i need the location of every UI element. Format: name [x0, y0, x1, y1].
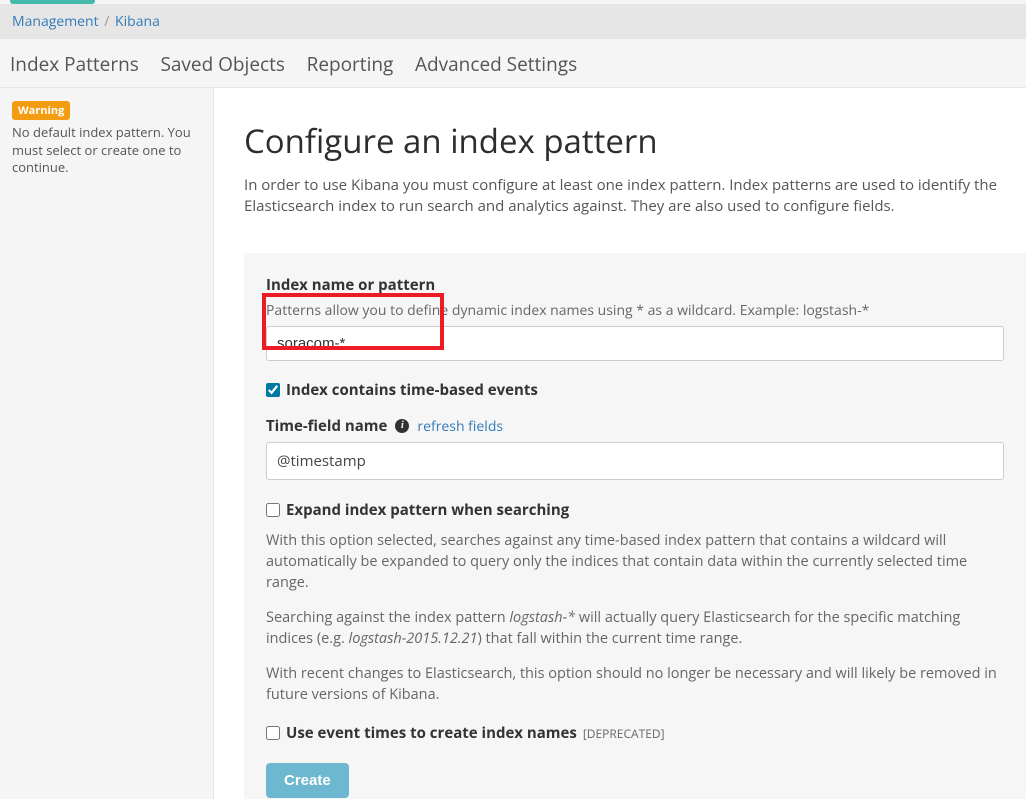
create-button[interactable]: Create	[266, 763, 349, 798]
tab-bar: Index Patterns Saved Objects Reporting A…	[0, 39, 1026, 88]
refresh-fields-link[interactable]: refresh fields	[417, 417, 503, 436]
time-field-label: Time-field name	[266, 416, 387, 436]
warning-text: No default index pattern. You must selec…	[12, 124, 201, 177]
time-field-select[interactable]: @timestamp	[266, 442, 1004, 480]
expand-desc-2: Searching against the index pattern logs…	[266, 607, 1004, 649]
tab-advanced-settings[interactable]: Advanced Settings	[415, 39, 587, 87]
index-name-input[interactable]	[266, 326, 1004, 361]
warning-badge: Warning	[12, 101, 70, 120]
breadcrumb: Management / Kibana	[0, 4, 1026, 39]
tab-saved-objects[interactable]: Saved Objects	[160, 39, 295, 87]
breadcrumb-sep: /	[104, 12, 109, 31]
page-intro: In order to use Kibana you must configur…	[244, 175, 1026, 217]
page-title: Configure an index pattern	[244, 118, 1026, 163]
expand-desc-3: With recent changes to Elasticsearch, th…	[266, 663, 1004, 705]
tab-index-patterns[interactable]: Index Patterns	[10, 39, 149, 87]
time-based-checkbox[interactable]	[266, 383, 280, 397]
content: Configure an index pattern In order to u…	[214, 88, 1026, 799]
info-icon[interactable]: i	[395, 419, 409, 433]
event-times-label: Use event times to create index names	[286, 723, 577, 743]
tab-reporting[interactable]: Reporting	[307, 39, 404, 87]
index-name-help: Patterns allow you to define dynamic ind…	[266, 301, 1004, 320]
breadcrumb-current[interactable]: Kibana	[115, 12, 160, 31]
event-times-checkbox[interactable]	[266, 726, 280, 740]
expand-label: Expand index pattern when searching	[286, 500, 569, 520]
sidebar: Warning No default index pattern. You mu…	[0, 88, 214, 799]
top-accent	[0, 0, 1026, 4]
expand-checkbox[interactable]	[266, 503, 280, 517]
deprecated-tag: [DEPRECATED]	[583, 725, 665, 742]
index-name-label: Index name or pattern	[266, 275, 1004, 295]
form-panel: Index name or pattern Patterns allow you…	[244, 253, 1026, 799]
time-based-label: Index contains time-based events	[286, 380, 538, 400]
breadcrumb-root[interactable]: Management	[12, 12, 99, 31]
expand-desc-1: With this option selected, searches agai…	[266, 530, 1004, 593]
